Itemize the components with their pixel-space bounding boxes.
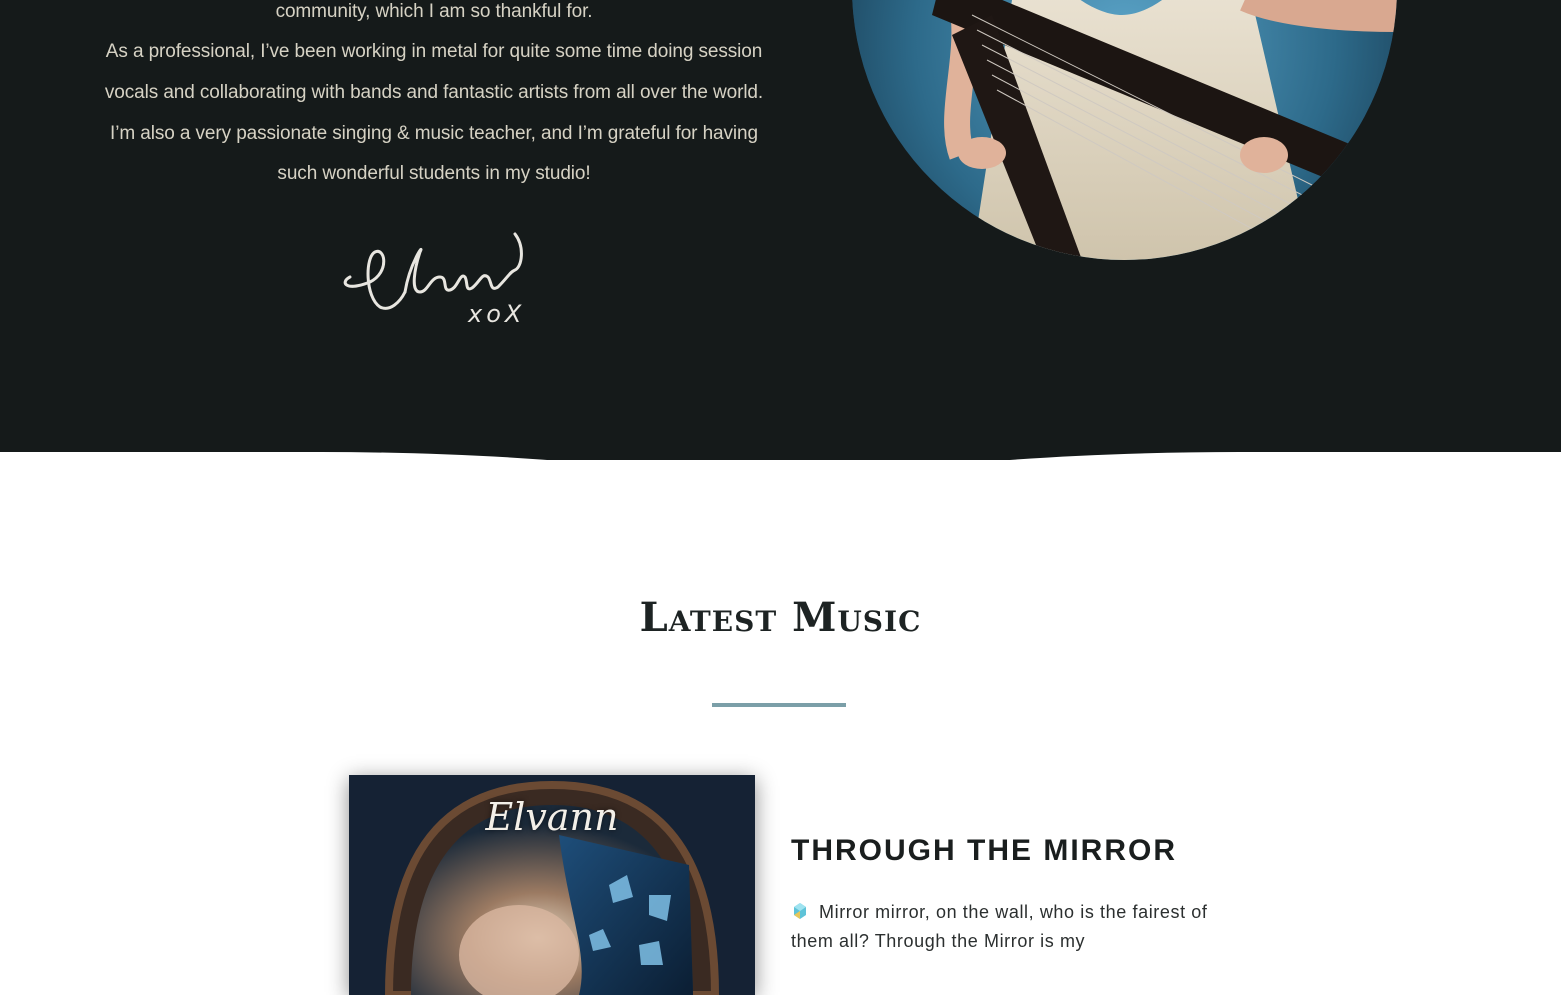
about-paragraph: As a professional, I’ve been working in … — [104, 41, 764, 185]
svg-text:xoX: xoX — [467, 300, 525, 328]
about-section: community, which I am so thankful for. A… — [0, 0, 1561, 460]
gem-icon — [791, 900, 809, 919]
portrait-image — [852, 0, 1397, 260]
song-title[interactable]: THROUGH THE MIRROR — [791, 834, 1177, 868]
song-description-text: Mirror mirror, on the wall, who is the f… — [791, 902, 1208, 951]
title-underline — [712, 703, 846, 707]
section-divider — [0, 452, 1561, 510]
latest-music-title: Latest Music — [639, 594, 922, 641]
song-description: Mirror mirror, on the wall, who is the f… — [791, 898, 1211, 956]
signature-graphic: xoX — [330, 222, 530, 337]
about-line-top: community, which I am so thankful for. — [275, 1, 593, 22]
album-cover-logo: Elvann — [485, 795, 619, 839]
album-cover[interactable]: Elvann — [349, 775, 755, 995]
